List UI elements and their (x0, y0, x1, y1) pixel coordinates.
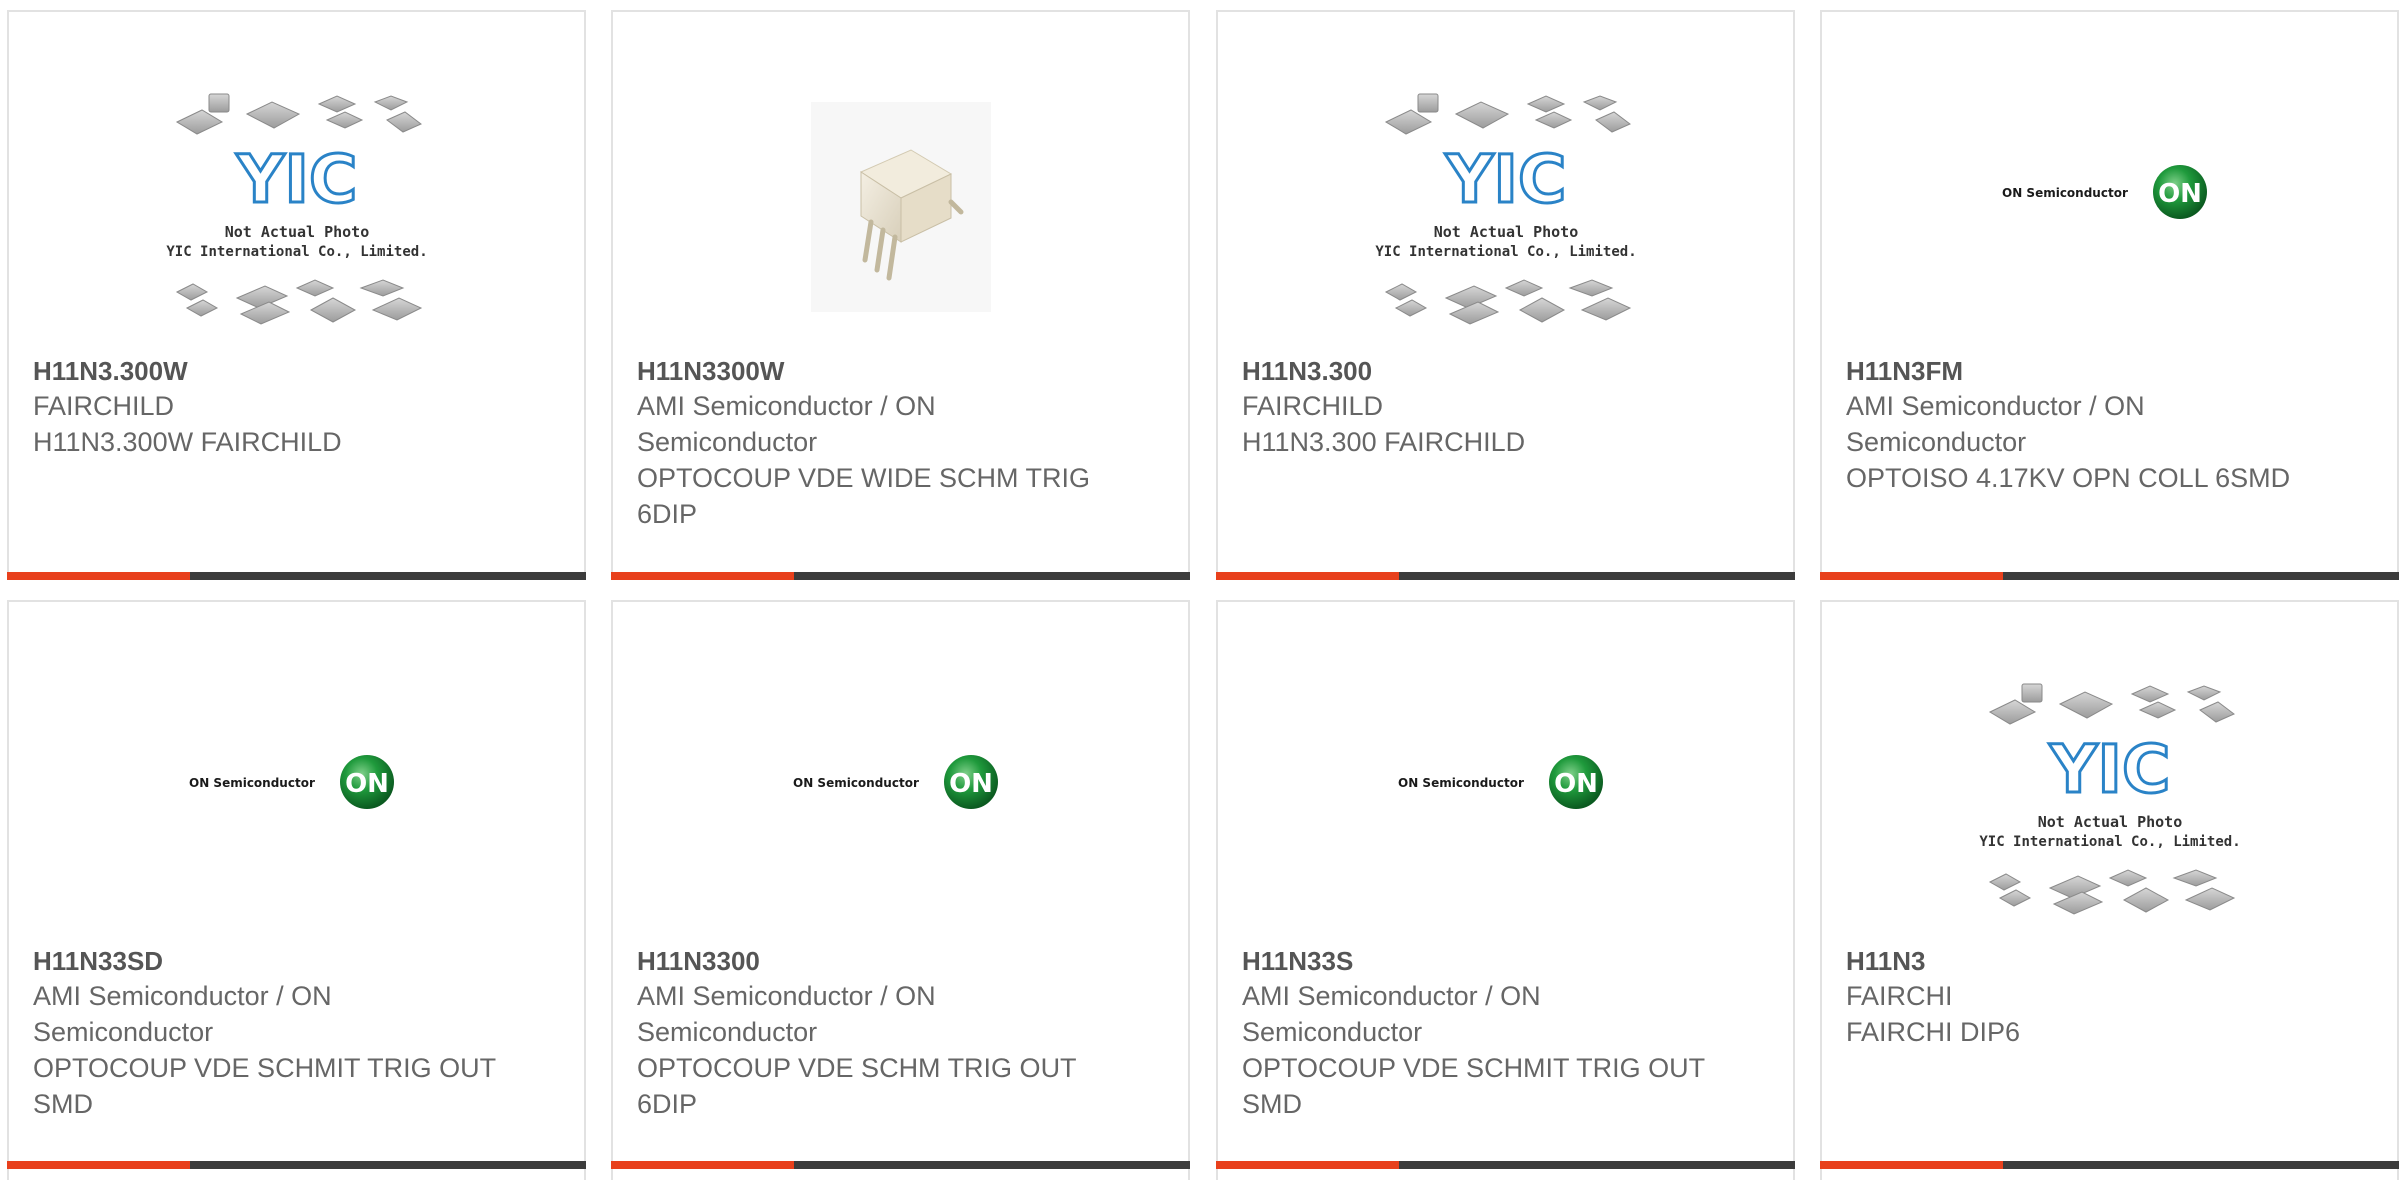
product-info: H11N3300 AMI Semiconductor / ON Semicond… (637, 944, 1168, 1122)
product-image[interactable] (613, 72, 1188, 352)
product-card[interactable]: ON Semiconductor ON H11N3300 AMI Semicon… (611, 600, 1190, 1180)
product-info: H11N33SD AMI Semiconductor / ON Semicond… (33, 944, 564, 1122)
product-grid: YIC Not Actual Photo YIC International C… (0, 0, 2400, 1180)
manufacturer: AMI Semiconductor / ON Semiconductor (637, 391, 936, 457)
card-footer-bar (1216, 572, 1795, 580)
product-image[interactable]: ON Semiconductor ON (9, 662, 584, 902)
card-footer-bar (1820, 1161, 2399, 1169)
yic-logo-text: YIC (2048, 731, 2170, 808)
part-number[interactable]: H11N3.300W (33, 354, 564, 388)
card-accent-bar (1216, 1161, 1399, 1169)
yic-caption-line-2: YIC International Co., Limited. (166, 244, 427, 260)
card-accent-bar (1216, 572, 1399, 580)
card-accent-bar (1820, 572, 2003, 580)
card-accent-bar (1820, 1161, 2003, 1169)
yic-placeholder-icon: YIC Not Actual Photo YIC International C… (1375, 93, 1636, 325)
description: H11N3.300W FAIRCHILD (33, 427, 342, 457)
product-info: H11N3.300 FAIRCHILD H11N3.300 FAIRCHILD (1242, 354, 1773, 460)
on-badge-text: ON (949, 769, 993, 799)
yic-placeholder-icon: YIC Not Actual Photo YIC International C… (166, 93, 427, 325)
on-brand-text: ON Semiconductor (793, 776, 919, 790)
manufacturer: FAIRCHI (1846, 981, 1953, 1011)
part-number[interactable]: H11N3FM (1846, 354, 2377, 388)
yic-logo-text: YIC (1444, 141, 1566, 218)
card-footer-bar (611, 1161, 1190, 1169)
product-info: H11N3FM AMI Semiconductor / ON Semicondu… (1846, 354, 2377, 496)
on-semiconductor-logo-icon: ON Semiconductor ON (793, 755, 998, 809)
description: OPTOCOUP VDE WIDE SCHM TRIG 6DIP (637, 463, 1091, 529)
product-info: H11N3.300W FAIRCHILD H11N3.300W FAIRCHIL… (33, 354, 564, 460)
product-card[interactable]: ON Semiconductor ON H11N33SD AMI Semicon… (7, 600, 586, 1180)
on-badge-text: ON (345, 769, 389, 799)
on-brand-text: ON Semiconductor (2002, 186, 2128, 200)
product-image[interactable]: ON Semiconductor ON (1822, 72, 2397, 312)
description: OPTOCOUP VDE SCHMIT TRIG OUT SMD (1242, 1053, 1705, 1119)
product-card[interactable]: ON Semiconductor ON H11N3FM AMI Semicond… (1820, 10, 2399, 580)
card-footer-bar (1820, 572, 2399, 580)
product-card[interactable]: H11N3300W AMI Semiconductor / ON Semicon… (611, 10, 1190, 580)
part-number[interactable]: H11N3 (1846, 944, 2377, 978)
card-accent-bar (611, 1161, 794, 1169)
manufacturer: AMI Semiconductor / ON Semiconductor (637, 981, 936, 1047)
product-card[interactable]: YIC Not Actual Photo YIC International C… (1820, 600, 2399, 1180)
on-semiconductor-logo-icon: ON Semiconductor ON (2002, 165, 2207, 219)
product-info: H11N3300W AMI Semiconductor / ON Semicon… (637, 354, 1168, 532)
card-accent-bar (7, 572, 190, 580)
yic-caption-line-1: Not Actual Photo (1433, 223, 1578, 241)
yic-caption-line-1: Not Actual Photo (224, 223, 369, 241)
yic-logo-text: YIC (235, 141, 357, 218)
card-footer-bar (7, 1161, 586, 1169)
part-number[interactable]: H11N33SD (33, 944, 564, 978)
part-number[interactable]: H11N3300 (637, 944, 1168, 978)
description: FAIRCHI DIP6 (1846, 1017, 2021, 1047)
product-image[interactable]: YIC Not Actual Photo YIC International C… (1822, 662, 2397, 942)
part-number[interactable]: H11N3.300 (1242, 354, 1773, 388)
manufacturer: FAIRCHILD (33, 391, 175, 421)
product-info: H11N3 FAIRCHI FAIRCHI DIP6 (1846, 944, 2377, 1050)
on-badge-text: ON (1554, 769, 1598, 799)
part-number[interactable]: H11N3300W (637, 354, 1168, 388)
product-image[interactable]: ON Semiconductor ON (1218, 662, 1793, 902)
yic-caption-line-2: YIC International Co., Limited. (1979, 834, 2240, 850)
description: OPTOCOUP VDE SCHM TRIG OUT 6DIP (637, 1053, 1077, 1119)
manufacturer: AMI Semiconductor / ON Semiconductor (1846, 391, 2145, 457)
card-footer-bar (1216, 1161, 1795, 1169)
yic-caption-line-2: YIC International Co., Limited. (1375, 244, 1636, 260)
product-image[interactable]: YIC Not Actual Photo YIC International C… (9, 72, 584, 352)
on-badge-text: ON (2158, 179, 2202, 209)
on-brand-text: ON Semiconductor (189, 776, 315, 790)
yic-placeholder-icon: YIC Not Actual Photo YIC International C… (1979, 683, 2240, 915)
on-semiconductor-logo-icon: ON Semiconductor ON (189, 755, 394, 809)
product-info: H11N33S AMI Semiconductor / ON Semicondu… (1242, 944, 1773, 1122)
product-image[interactable]: YIC Not Actual Photo YIC International C… (1218, 72, 1793, 352)
description: OPTOISO 4.17KV OPN COLL 6SMD (1846, 463, 2291, 493)
on-semiconductor-logo-icon: ON Semiconductor ON (1398, 755, 1603, 809)
card-footer-bar (611, 572, 1190, 580)
optocoupler-dip-icon (810, 102, 991, 312)
on-brand-text: ON Semiconductor (1398, 776, 1524, 790)
product-card[interactable]: YIC Not Actual Photo YIC International C… (7, 10, 586, 580)
card-footer-bar (7, 572, 586, 580)
description: OPTOCOUP VDE SCHMIT TRIG OUT SMD (33, 1053, 496, 1119)
product-image[interactable]: ON Semiconductor ON (613, 662, 1188, 902)
yic-caption-line-1: Not Actual Photo (2037, 813, 2182, 831)
card-accent-bar (611, 572, 794, 580)
card-accent-bar (7, 1161, 190, 1169)
manufacturer: AMI Semiconductor / ON Semiconductor (1242, 981, 1541, 1047)
product-card[interactable]: YIC Not Actual Photo YIC International C… (1216, 10, 1795, 580)
manufacturer: AMI Semiconductor / ON Semiconductor (33, 981, 332, 1047)
part-number[interactable]: H11N33S (1242, 944, 1773, 978)
product-card[interactable]: ON Semiconductor ON H11N33S AMI Semicond… (1216, 600, 1795, 1180)
manufacturer: FAIRCHILD (1242, 391, 1384, 421)
description: H11N3.300 FAIRCHILD (1242, 427, 1526, 457)
